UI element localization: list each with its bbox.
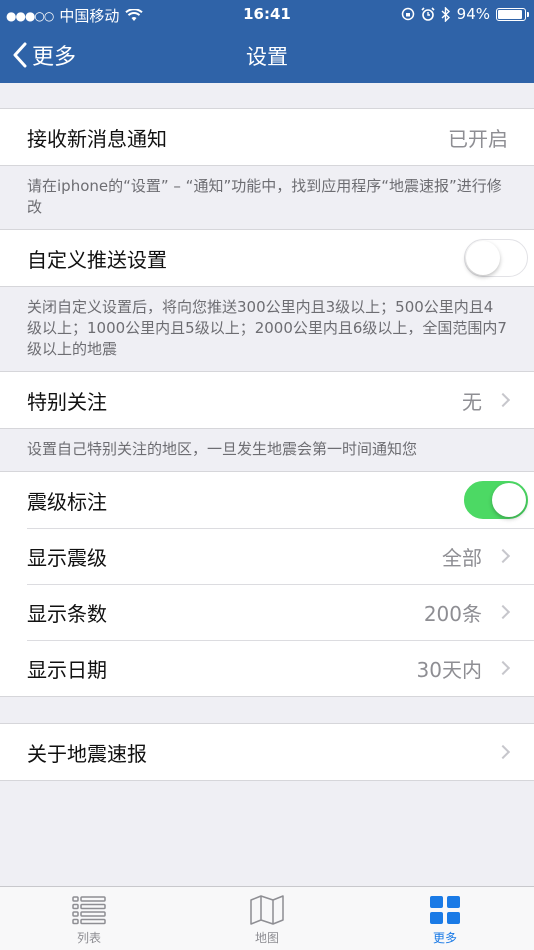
show-date-row[interactable]: 显示日期 30天内 bbox=[0, 640, 534, 696]
magnitude-label-label: 震级标注 bbox=[27, 489, 107, 514]
show-count-label: 显示条数 bbox=[27, 601, 107, 626]
chevron-right-icon bbox=[495, 604, 511, 620]
tab-list[interactable]: 列表 bbox=[0, 887, 178, 950]
notify-row[interactable]: 接收新消息通知 已开启 bbox=[0, 109, 534, 165]
special-attention-note: 设置自己特别关注的地区，一旦发生地震会第一时间通知您 bbox=[27, 440, 418, 458]
custom-push-toggle[interactable] bbox=[464, 239, 528, 277]
tab-list-label: 列表 bbox=[76, 931, 101, 945]
tab-more-label: 更多 bbox=[432, 931, 457, 945]
rotation-lock-icon bbox=[401, 7, 414, 21]
alarm-icon bbox=[421, 7, 435, 21]
navigation-bar: 更多 设置 bbox=[0, 28, 534, 83]
show-date-value: 30天内 bbox=[416, 657, 482, 682]
map-icon bbox=[250, 895, 284, 925]
custom-push-group: 自定义推送设置 bbox=[0, 229, 534, 287]
chevron-right-icon bbox=[495, 744, 511, 760]
custom-push-row: 自定义推送设置 bbox=[0, 230, 534, 286]
settings-content: 接收新消息通知 已开启 请在iphone的“设置” – “通知”功能中，找到应用… bbox=[0, 83, 534, 781]
special-attention-label: 特别关注 bbox=[27, 389, 107, 414]
status-bar: ●●●○○ 中国移动 16:41 94% bbox=[0, 0, 534, 28]
show-count-row[interactable]: 显示条数 200条 bbox=[0, 584, 534, 640]
notify-label: 接收新消息通知 bbox=[27, 126, 167, 151]
custom-push-note: 关闭自定义设置后，将向您推送300公里内且3级以上；500公里内且4级以上；10… bbox=[27, 298, 507, 358]
special-group: 特别关注 无 bbox=[0, 371, 534, 429]
tab-map[interactable]: 地图 bbox=[178, 887, 356, 950]
special-attention-value: 无 bbox=[462, 389, 482, 414]
special-attention-row[interactable]: 特别关注 无 bbox=[0, 372, 534, 428]
magnitude-label-toggle[interactable] bbox=[464, 481, 528, 519]
show-magnitude-value: 全部 bbox=[442, 545, 482, 570]
tab-more[interactable]: 更多 bbox=[356, 887, 534, 950]
battery-fill bbox=[498, 9, 522, 19]
about-row[interactable]: 关于地震速报 bbox=[0, 724, 534, 780]
battery-percent: 94% bbox=[456, 5, 490, 23]
toggle-knob bbox=[492, 483, 526, 517]
list-icon bbox=[72, 896, 106, 925]
chevron-right-icon bbox=[495, 548, 511, 564]
toggle-knob bbox=[466, 241, 500, 275]
about-group: 关于地震速报 bbox=[0, 723, 534, 781]
show-count-value: 200条 bbox=[423, 601, 482, 626]
battery-icon bbox=[496, 7, 529, 21]
tab-bar: 列表 地图 更多 bbox=[0, 886, 534, 950]
tab-map-label: 地图 bbox=[254, 931, 279, 945]
chevron-right-icon bbox=[495, 660, 511, 676]
notify-value: 已开启 bbox=[448, 126, 508, 151]
custom-push-label: 自定义推送设置 bbox=[27, 247, 167, 272]
magnitude-label-row: 震级标注 bbox=[0, 472, 534, 528]
display-group: 震级标注 显示震级 全部 显示条数 200条 显示日期 30天内 bbox=[0, 471, 534, 697]
about-label: 关于地震速报 bbox=[27, 741, 147, 766]
page-title: 设置 bbox=[246, 45, 288, 69]
show-magnitude-label: 显示震级 bbox=[27, 545, 107, 570]
grid-icon bbox=[430, 896, 460, 924]
notify-group: 接收新消息通知 已开启 bbox=[0, 108, 534, 166]
bluetooth-icon bbox=[441, 6, 450, 22]
notify-note: 请在iphone的“设置” – “通知”功能中，找到应用程序“地震速报”进行修改 bbox=[27, 177, 502, 216]
show-date-label: 显示日期 bbox=[27, 657, 107, 682]
show-magnitude-row[interactable]: 显示震级 全部 bbox=[0, 528, 534, 584]
chevron-right-icon bbox=[495, 392, 511, 408]
